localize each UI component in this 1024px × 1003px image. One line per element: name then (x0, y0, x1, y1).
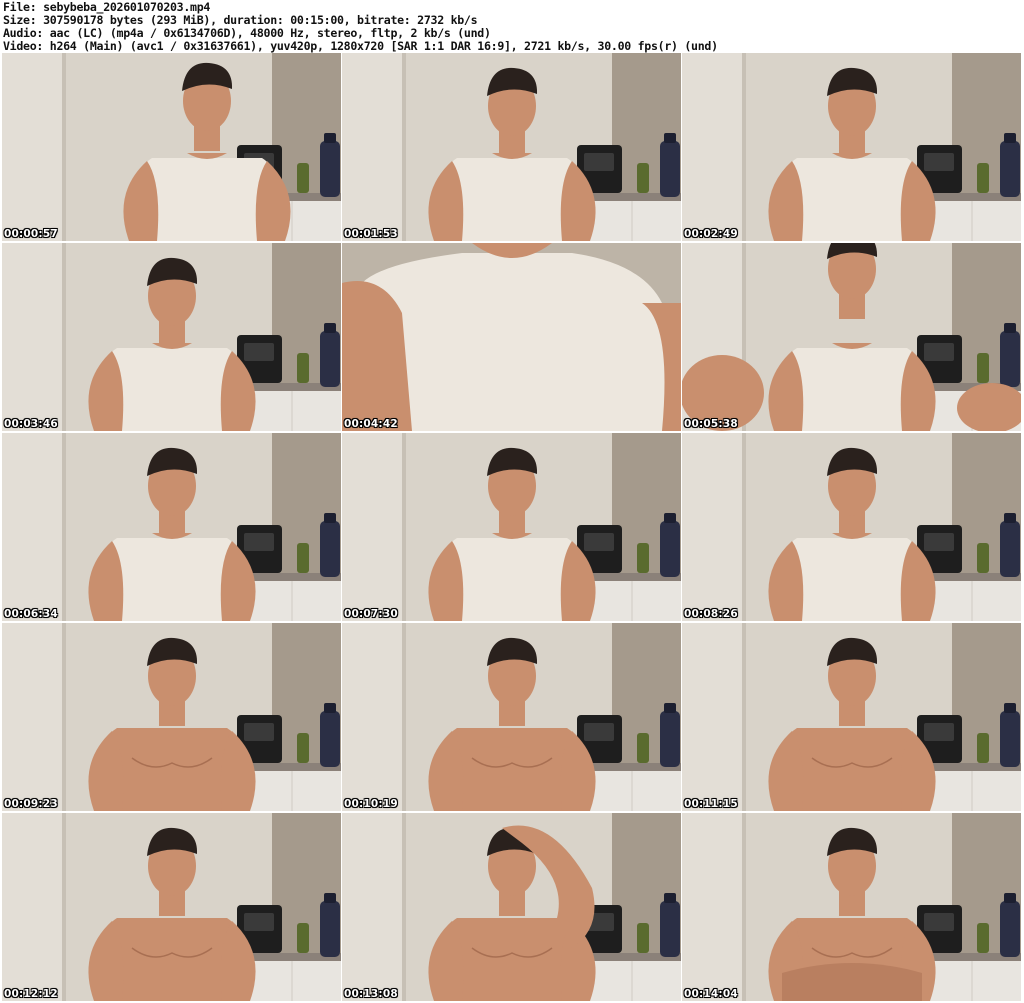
thumbnail-frame[interactable]: 00:06:34 (2, 433, 341, 621)
thumbnail-frame[interactable]: 00:11:15 (682, 623, 1021, 811)
thumbnail-frame[interactable]: 00:09:23 (2, 623, 341, 811)
thumbnail-frame[interactable]: 00:04:42 (342, 243, 681, 431)
frame-timestamp: 00:11:15 (684, 798, 738, 810)
frame-timestamp: 00:01:53 (344, 228, 398, 240)
frame-timestamp: 00:13:08 (344, 988, 398, 1000)
frame-image (342, 813, 681, 1001)
thumbnail-frame[interactable]: 00:03:46 (2, 243, 341, 431)
frame-timestamp: 00:10:19 (344, 798, 398, 810)
frame-timestamp: 00:00:57 (4, 228, 58, 240)
frame-timestamp: 00:12:12 (4, 988, 58, 1000)
thumbnail-frame[interactable]: 00:02:49 (682, 53, 1021, 241)
frame-image (2, 623, 341, 811)
thumbnail-frame[interactable]: 00:10:19 (342, 623, 681, 811)
frame-image (682, 243, 1021, 431)
frame-timestamp: 00:08:26 (684, 608, 738, 620)
video-info-line: Video: h264 (Main) (avc1 / 0x31637661), … (3, 39, 718, 53)
thumbnail-frame[interactable]: 00:14:04 (682, 813, 1021, 1001)
frame-timestamp: 00:05:38 (684, 418, 738, 430)
frame-image (682, 53, 1021, 241)
frame-image (342, 433, 681, 621)
frame-image (682, 623, 1021, 811)
frame-timestamp: 00:02:49 (684, 228, 738, 240)
frame-image (342, 53, 681, 241)
frame-image (2, 243, 341, 431)
frame-image (682, 813, 1021, 1001)
frame-timestamp: 00:14:04 (684, 988, 738, 1000)
frame-timestamp: 00:07:30 (344, 608, 398, 620)
frame-timestamp: 00:04:42 (344, 418, 398, 430)
thumbnail-frame[interactable]: 00:08:26 (682, 433, 1021, 621)
thumbnail-frame[interactable]: 00:01:53 (342, 53, 681, 241)
frame-timestamp: 00:09:23 (4, 798, 58, 810)
frame-image (2, 53, 341, 241)
thumbnail-frame[interactable]: 00:00:57 (2, 53, 341, 241)
thumbnail-frame[interactable]: 00:12:12 (2, 813, 341, 1001)
file-info-header: File: sebybeba_202601070203.mp4 Size: 30… (3, 1, 1021, 53)
thumbnail-frame[interactable]: 00:07:30 (342, 433, 681, 621)
frame-timestamp: 00:03:46 (4, 418, 58, 430)
frame-image (342, 243, 681, 431)
thumbnail-frame[interactable]: 00:05:38 (682, 243, 1021, 431)
thumbnail-grid: 00:00:57 00:01:53 00:02:49 00:03:46 00:04:42… (2, 53, 1022, 1001)
frame-image (2, 813, 341, 1001)
frame-image (342, 623, 681, 811)
thumbnail-frame[interactable]: 00:13:08 (342, 813, 681, 1001)
frame-timestamp: 00:06:34 (4, 608, 58, 620)
frame-image (682, 433, 1021, 621)
frame-image (2, 433, 341, 621)
